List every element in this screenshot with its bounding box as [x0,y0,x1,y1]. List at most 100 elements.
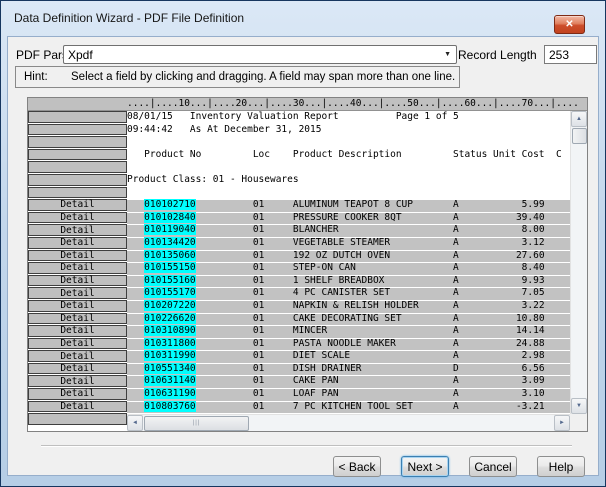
product-no-highlight[interactable]: 010310890 [144,325,195,336]
report-detail-row[interactable]: 010102710 01 ALUMINUM TEAPOT 8 CUP A 5.9… [127,199,570,212]
record-length-input[interactable] [544,45,597,64]
row-indent [127,287,144,298]
report-header-line[interactable]: Product No Loc Product Description Statu… [127,149,570,162]
product-no-highlight[interactable]: 010311990 [144,350,195,361]
back-button[interactable]: < Back [333,456,381,477]
product-no-highlight[interactable]: 010207220 [144,300,195,311]
product-no-highlight[interactable]: 010803760 [144,401,195,412]
product-no-highlight[interactable]: 010311800 [144,338,195,349]
product-no-highlight[interactable]: 010119040 [144,224,195,235]
report-detail-row[interactable]: 010102840 01 PRESSURE COOKER 8QT A 39.40 [127,212,570,225]
product-no-highlight[interactable]: 010226620 [144,313,195,324]
help-button[interactable]: Help [537,456,585,477]
row-type-cell-detail[interactable]: Detail [28,212,127,224]
product-no-highlight[interactable]: 010155160 [144,275,195,286]
pdf-parser-select[interactable]: Xpdf ▼ [63,45,457,64]
row-type-cell-detail[interactable]: Detail [28,388,127,400]
product-no-highlight[interactable]: 010155170 [144,287,195,298]
product-no-highlight[interactable]: 010102710 [144,199,195,210]
product-no-highlight[interactable]: 010134420 [144,237,195,248]
close-button[interactable]: ✕ [554,15,585,34]
next-button[interactable]: Next > [401,456,449,477]
product-no-highlight[interactable]: 010102840 [144,212,195,223]
report-lines[interactable]: 08/01/15 Inventory Valuation Report Page… [127,111,570,414]
row-indent [127,363,144,374]
row-type-cell-detail[interactable]: Detail [28,250,127,262]
grip-icon: ||| [193,420,201,426]
row-type-cell-detail[interactable]: Detail [28,375,127,387]
report-detail-row[interactable]: 010155150 01 STEP-ON CAN A 8.40 [127,262,570,275]
row-fields: 01 CAKE DECORATING SET A 10.80 [196,313,545,324]
product-no-highlight[interactable]: 010155150 [144,262,195,273]
row-indent [127,313,144,324]
row-type-cell-detail[interactable]: Detail [28,199,127,211]
row-type-cell-detail[interactable]: Detail [28,313,127,325]
row-type-cell-empty[interactable] [28,136,127,148]
row-indent [127,237,144,248]
scroll-down-button[interactable]: ▼ [571,398,587,414]
row-type-cell-detail[interactable]: Detail [28,287,127,299]
vertical-scrollbar[interactable]: ▲ ▼ [570,111,587,414]
report-header-line[interactable] [127,161,570,174]
title-bar: Data Definition Wizard - PDF File Defini… [1,1,605,35]
row-type-cell-detail[interactable]: Detail [28,237,127,249]
row-fields: 01 MINCER A 14.14 [196,325,545,336]
row-fields: 01 7 PC KITCHEN TOOL SET A -3.21 [196,401,545,412]
row-fields: 01 PRESSURE COOKER 8QT A 39.40 [196,212,545,223]
row-fields: 01 CAKE PAN A 3.09 [196,375,545,386]
report-detail-row[interactable]: 010207220 01 NAPKIN & RELISH HOLDER A 3.… [127,300,570,313]
report-detail-row[interactable]: 010135060 01 192 OZ DUTCH OVEN A 27.60 [127,250,570,263]
row-type-cell-empty[interactable] [28,161,127,173]
report-detail-row[interactable]: 010631190 01 LOAF PAN A 3.10 [127,388,570,401]
product-no-highlight[interactable]: 010631140 [144,375,195,386]
row-type-cell-detail[interactable]: Detail [28,338,127,350]
scroll-right-button[interactable]: ► [554,415,570,431]
row-type-cell-detail[interactable]: Detail [28,401,127,413]
row-type-cell-detail[interactable]: Detail [28,363,127,375]
vertical-scroll-thumb[interactable] [572,128,587,144]
product-no-highlight[interactable]: 010631190 [144,388,195,399]
report-header-line[interactable]: Product Class: 01 - Housewares [127,174,570,187]
row-fields: 01 NAPKIN & RELISH HOLDER A 3.22 [196,300,545,311]
report-detail-row[interactable]: 010551340 01 DISH DRAINER D 6.56 [127,363,570,376]
report-detail-row[interactable]: 010226620 01 CAKE DECORATING SET A 10.80 [127,313,570,326]
report-header-line[interactable] [127,187,570,200]
row-type-cell-empty[interactable] [28,413,127,425]
row-type-cell-empty[interactable] [28,124,127,136]
row-type-cell-empty[interactable] [28,174,127,186]
row-type-cell-empty[interactable] [28,149,127,161]
report-detail-row[interactable]: 010311800 01 PASTA NOODLE MAKER A 24.88 [127,338,570,351]
report-detail-row[interactable]: 010155160 01 1 SHELF BREADBOX A 9.93 [127,275,570,288]
report-header-line[interactable]: 08/01/15 Inventory Valuation Report Page… [127,111,570,124]
report-detail-row[interactable]: 010803760 01 7 PC KITCHEN TOOL SET A -3.… [127,401,570,414]
row-type-cell-detail[interactable]: Detail [28,325,127,337]
row-type-cell-detail[interactable]: Detail [28,224,127,236]
report-detail-row[interactable]: 010155170 01 4 PC CANISTER SET A 7.05 [127,287,570,300]
horizontal-scrollbar[interactable]: ◄ ||| ► [127,414,570,431]
cancel-button[interactable]: Cancel [469,456,517,477]
product-no-highlight[interactable]: 010135060 [144,250,195,261]
report-detail-row[interactable]: 010631140 01 CAKE PAN A 3.09 [127,375,570,388]
row-type-cell-detail[interactable]: Detail [28,262,127,274]
report-detail-row[interactable]: 010134420 01 VEGETABLE STEAMER A 3.12 [127,237,570,250]
row-indent [127,325,144,336]
row-type-cell-detail[interactable]: Detail [28,350,127,362]
product-no-highlight[interactable]: 010551340 [144,363,195,374]
scroll-up-button[interactable]: ▲ [571,111,587,127]
row-fields: 01 PASTA NOODLE MAKER A 24.88 [196,338,545,349]
row-type-cell-empty[interactable] [28,187,127,199]
horizontal-scroll-thumb[interactable]: ||| [144,416,249,431]
report-detail-row[interactable]: 010311990 01 DIET SCALE A 2.98 [127,350,570,363]
scroll-left-button[interactable]: ◄ [127,415,143,431]
report-header-line[interactable] [127,136,570,149]
chevron-down-icon: ▼ [444,51,451,58]
row-type-cell-detail[interactable]: Detail [28,275,127,287]
report-header-line[interactable]: 09:44:42 As At December 31, 2015 [127,124,570,137]
horizontal-scroll-track[interactable] [249,415,554,431]
row-type-cell-detail[interactable]: Detail [28,300,127,312]
report-detail-row[interactable]: 010310890 01 MINCER A 14.14 [127,325,570,338]
vertical-scroll-track[interactable] [571,144,587,398]
row-indent [127,212,144,223]
row-type-cell-empty[interactable] [28,111,127,123]
report-detail-row[interactable]: 010119040 01 BLANCHER A 8.00 [127,224,570,237]
